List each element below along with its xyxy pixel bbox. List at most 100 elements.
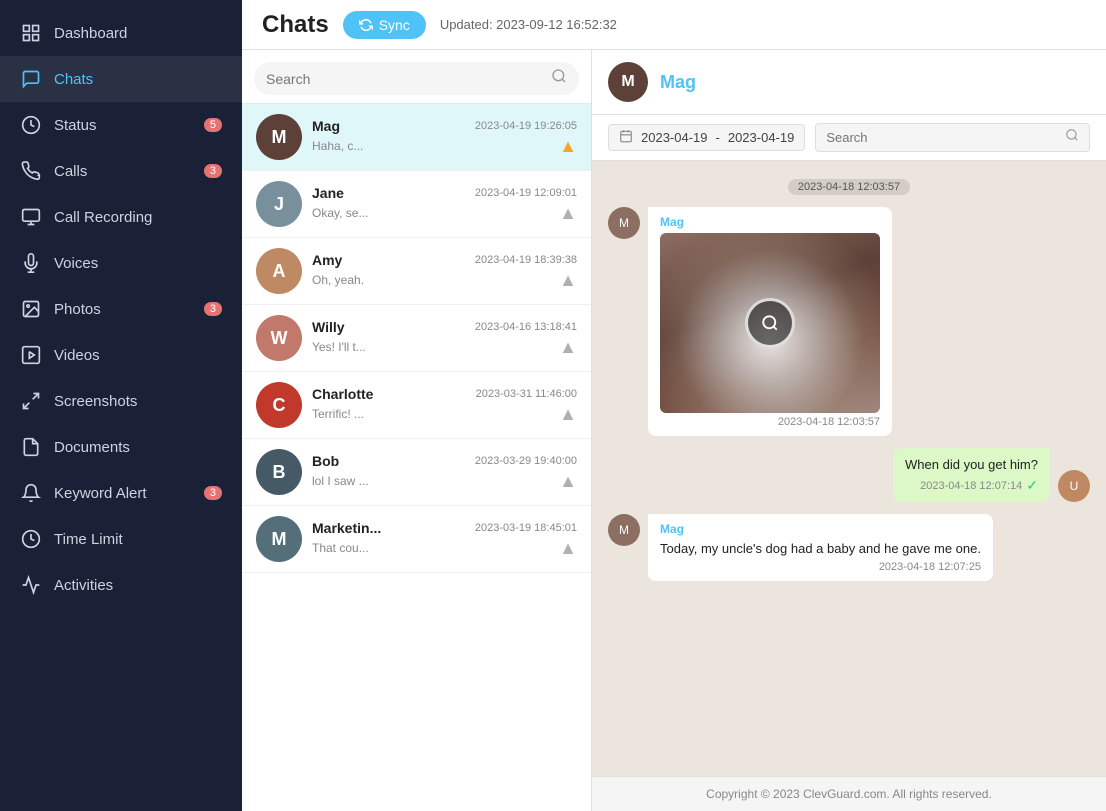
chat-item[interactable]: J Jane 2023-04-19 12:09:01 Okay, se... ▲ — [242, 171, 591, 238]
sidebar-item-voices[interactable]: Voices — [0, 240, 242, 286]
avatar: W — [256, 315, 302, 361]
chat-name: Bob — [312, 453, 339, 469]
keyword-alert-badge: 3 — [204, 486, 222, 500]
sidebar-item-label-dashboard: Dashboard — [54, 25, 127, 42]
sidebar-item-time-limit[interactable]: Time Limit — [0, 516, 242, 562]
sent-avatar: U — [1058, 470, 1090, 502]
sidebar-item-videos[interactable]: Videos — [0, 332, 242, 378]
arrow-icon: ▲ — [559, 471, 577, 492]
chat-name: Marketin... — [312, 520, 381, 536]
content-body: M Mag 2023-04-19 19:26:05 Haha, c... ▲ — [242, 50, 1106, 811]
chat-search-input[interactable] — [266, 71, 543, 87]
chat-name: Jane — [312, 185, 344, 201]
chat-item[interactable]: M Marketin... 2023-03-19 18:45:01 That c… — [242, 506, 591, 573]
sidebar-item-label-call-recording: Call Recording — [54, 209, 152, 226]
sidebar-item-label-status: Status — [54, 117, 97, 134]
keyword-alert-icon — [20, 482, 42, 504]
filter-search-input[interactable] — [826, 130, 1057, 145]
status-icon — [20, 114, 42, 136]
msg-text: Today, my uncle's dog had a baby and he … — [660, 540, 981, 558]
chat-item[interactable]: A Amy 2023-04-19 18:39:38 Oh, yeah. ▲ — [242, 238, 591, 305]
sidebar-item-label-calls: Calls — [54, 163, 87, 180]
sidebar-item-label-keyword-alert: Keyword Alert — [54, 485, 147, 502]
play-button[interactable] — [745, 298, 795, 348]
chat-detail-avatar: M — [608, 62, 648, 102]
msg-avatar: M — [608, 207, 640, 239]
chat-preview: That cou... — [312, 541, 369, 555]
footer: Copyright © 2023 ClevGuard.com. All righ… — [592, 776, 1106, 811]
status-badge: 5 — [204, 118, 222, 132]
chat-item[interactable]: M Mag 2023-04-19 19:26:05 Haha, c... ▲ — [242, 104, 591, 171]
chat-info: Charlotte 2023-03-31 11:46:00 Terrific! … — [312, 386, 577, 425]
sidebar-item-screenshots[interactable]: Screenshots — [0, 378, 242, 424]
photos-icon — [20, 298, 42, 320]
chat-item[interactable]: W Willy 2023-04-16 13:18:41 Yes! I'll t.… — [242, 305, 591, 372]
dashboard-icon — [20, 22, 42, 44]
chat-item[interactable]: B Bob 2023-03-29 19:40:00 lol I saw ... … — [242, 439, 591, 506]
msg-bubble: Mag Today, my uncle's dog had a baby and… — [648, 514, 993, 581]
date-from: 2023-04-19 — [641, 130, 708, 145]
chat-time: 2023-04-19 18:39:38 — [475, 254, 577, 266]
footer-text: Copyright © 2023 ClevGuard.com. All righ… — [706, 787, 992, 801]
sidebar-item-calls[interactable]: Calls 3 — [0, 148, 242, 194]
search-icon — [551, 68, 567, 89]
arrow-icon: ▲ — [559, 538, 577, 559]
chat-detail-panel: M Mag 2023-04-19 - 2023-04-19 — [592, 50, 1106, 811]
date-to: 2023-04-19 — [728, 130, 795, 145]
msg-time: 2023-04-18 12:07:25 — [660, 561, 981, 573]
msg-image[interactable] — [660, 233, 880, 413]
msg-avatar: M — [608, 514, 640, 546]
documents-icon — [20, 436, 42, 458]
videos-icon — [20, 344, 42, 366]
chat-detail-header: M Mag — [592, 50, 1106, 115]
sidebar-item-call-recording[interactable]: Call Recording — [0, 194, 242, 240]
sidebar-item-dashboard[interactable]: Dashboard — [0, 10, 242, 56]
photos-badge: 3 — [204, 302, 222, 316]
chat-time: 2023-04-19 19:26:05 — [475, 120, 577, 132]
chat-item[interactable]: C Charlotte 2023-03-31 11:46:00 Terrific… — [242, 372, 591, 439]
page-title: Chats — [262, 11, 329, 39]
chat-preview: Oh, yeah. — [312, 273, 364, 287]
sidebar-item-activities[interactable]: Activities — [0, 562, 242, 608]
timestamp-text: 2023-04-18 12:03:57 — [788, 179, 910, 195]
chat-filter-search — [815, 123, 1090, 152]
avatar: B — [256, 449, 302, 495]
msg-text: When did you get him? — [905, 456, 1038, 474]
image-play-overlay — [660, 233, 880, 413]
date-range-wrap[interactable]: 2023-04-19 - 2023-04-19 — [608, 124, 805, 151]
msg-sender: Mag — [660, 522, 981, 536]
chat-filter-bar: 2023-04-19 - 2023-04-19 — [592, 115, 1106, 161]
screenshots-icon — [20, 390, 42, 412]
sidebar-item-chats[interactable]: Chats — [0, 56, 242, 102]
chat-time: 2023-03-31 11:46:00 — [476, 388, 577, 400]
call-recording-icon — [20, 206, 42, 228]
chat-info: Willy 2023-04-16 13:18:41 Yes! I'll t...… — [312, 319, 577, 358]
msg-bubble-sent: When did you get him? 2023-04-18 12:07:1… — [893, 448, 1050, 502]
main-content: Chats Sync Updated: 2023-09-12 16:52:32 — [242, 0, 1106, 811]
sidebar-item-label-photos: Photos — [54, 301, 101, 318]
chat-time: 2023-04-19 12:09:01 — [475, 187, 577, 199]
sidebar-item-documents[interactable]: Documents — [0, 424, 242, 470]
sidebar-item-keyword-alert[interactable]: Keyword Alert 3 — [0, 470, 242, 516]
chat-time: 2023-03-19 18:45:01 — [475, 522, 577, 534]
chat-name: Charlotte — [312, 386, 373, 402]
sync-button[interactable]: Sync — [343, 11, 426, 39]
chat-info: Mag 2023-04-19 19:26:05 Haha, c... ▲ — [312, 118, 577, 157]
activities-icon — [20, 574, 42, 596]
chat-preview: Yes! I'll t... — [312, 340, 366, 354]
sidebar-item-status[interactable]: Status 5 — [0, 102, 242, 148]
sidebar-item-label-screenshots: Screenshots — [54, 393, 137, 410]
chat-preview: lol I saw ... — [312, 474, 369, 488]
sidebar-item-photos[interactable]: Photos 3 — [0, 286, 242, 332]
sidebar: Dashboard Chats Status 5 Calls 3 — [0, 0, 242, 811]
arrow-icon: ▲ — [559, 404, 577, 425]
chat-name: Willy — [312, 319, 345, 335]
chat-time: 2023-03-29 19:40:00 — [475, 455, 577, 467]
whatsapp-icon: ✓ — [1026, 477, 1038, 494]
avatar-initials: M — [621, 73, 634, 91]
calendar-icon — [619, 129, 633, 146]
msg-time: 2023-04-18 12:03:57 — [660, 416, 880, 428]
avatar: J — [256, 181, 302, 227]
chat-list-panel: M Mag 2023-04-19 19:26:05 Haha, c... ▲ — [242, 50, 592, 811]
updated-text: Updated: 2023-09-12 16:52:32 — [440, 17, 617, 32]
